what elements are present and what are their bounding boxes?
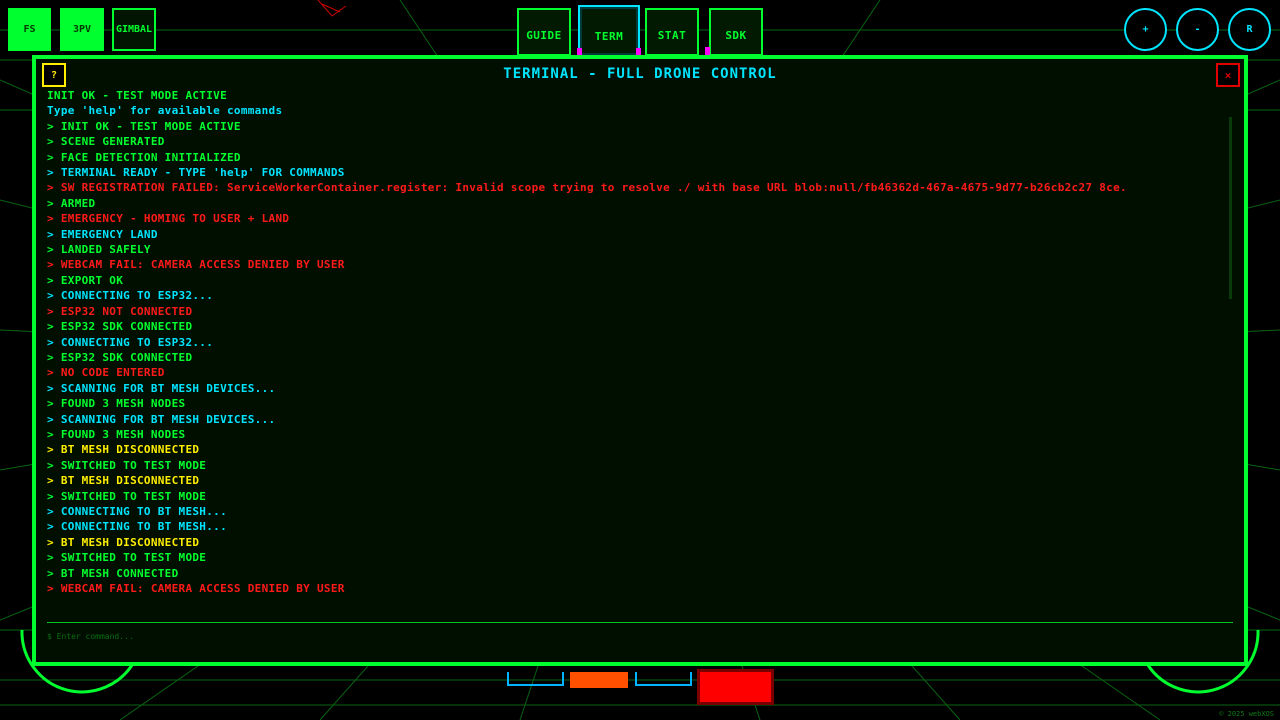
- tab-sdk-label: SDK: [725, 29, 747, 42]
- tab-term[interactable]: TERM: [577, 5, 641, 57]
- tab-guide[interactable]: GUIDE: [517, 8, 571, 56]
- tab-sdk[interactable]: SDK: [705, 8, 763, 56]
- log-line: > BT MESH DISCONNECTED: [47, 535, 200, 549]
- log-line: > BT MESH DISCONNECTED: [47, 443, 200, 457]
- zoom-out-button[interactable]: -: [1176, 8, 1219, 51]
- log-line: > INIT OK - TEST MODE ACTIVE: [47, 119, 241, 133]
- terminal-log: INIT OK - TEST MODE ACTIVE Type 'help' fo…: [47, 88, 1230, 606]
- mode-button-gimbal[interactable]: GIMBAL: [112, 8, 156, 51]
- log-line: > CONNECTING TO ESP32...: [47, 335, 214, 349]
- log-line: > EMERGENCY - HOMING TO USER + LAND: [47, 212, 290, 226]
- log-line: > SWITCHED TO TEST MODE: [47, 489, 207, 503]
- log-line: > NO CODE ENTERED: [47, 366, 165, 380]
- log-line: > ESP32 SDK CONNECTED: [47, 350, 193, 364]
- log-line: > SCANNING FOR BT MESH DEVICES...: [47, 412, 276, 426]
- bottom-indicator-orange: [570, 672, 628, 688]
- log-line: > BT MESH DISCONNECTED: [47, 474, 200, 488]
- tab-guide-label: GUIDE: [526, 29, 562, 42]
- log-line: > TERMINAL READY - TYPE 'help' FOR COMMA…: [47, 166, 345, 180]
- log-line: > SCANNING FOR BT MESH DEVICES...: [47, 381, 276, 395]
- log-line: > CONNECTING TO ESP32...: [47, 289, 214, 303]
- log-line: INIT OK - TEST MODE ACTIVE: [47, 89, 227, 102]
- bottom-red-button[interactable]: [700, 672, 771, 702]
- zoom-in-button[interactable]: +: [1124, 8, 1167, 51]
- terminal-title: TERMINAL - FULL DRONE CONTROL: [503, 66, 777, 82]
- log-line: > ARMED: [47, 196, 96, 210]
- log-line: > ESP32 NOT CONNECTED: [47, 304, 193, 318]
- log-line: > SWITCHED TO TEST MODE: [47, 551, 207, 565]
- log-line: Type 'help' for available commands: [47, 104, 283, 118]
- log-line: > SCENE GENERATED: [47, 135, 165, 149]
- log-line: > EMERGENCY LAND: [47, 227, 158, 241]
- bottom-indicator-right: [635, 672, 692, 686]
- log-line: > FOUND 3 MESH NODES: [47, 427, 186, 441]
- log-line: > CONNECTING TO BT MESH...: [47, 504, 227, 518]
- log-line: > EXPORT OK: [47, 273, 124, 287]
- log-line: > SW REGISTRATION FAILED: ServiceWorkerC…: [47, 181, 1127, 195]
- log-line: > SWITCHED TO TEST MODE: [47, 458, 207, 472]
- reset-button[interactable]: R: [1228, 8, 1271, 51]
- copyright-text: © 2025 webXOS: [1219, 710, 1274, 718]
- log-line: > FOUND 3 MESH NODES: [47, 397, 186, 411]
- command-separator: [47, 622, 1233, 623]
- log-line: > CONNECTING TO BT MESH...: [47, 520, 227, 534]
- log-line: > FACE DETECTION INITIALIZED: [47, 150, 241, 164]
- tab-stat[interactable]: STAT: [645, 8, 699, 56]
- terminal-panel: ? TERMINAL - FULL DRONE CONTROL × INIT O…: [32, 55, 1248, 666]
- log-line: > WEBCAM FAIL: CAMERA ACCESS DENIED BY U…: [47, 582, 345, 595]
- log-line: > ESP32 SDK CONNECTED: [47, 320, 193, 334]
- tab-stat-label: STAT: [657, 29, 687, 42]
- terminal-scrollbar[interactable]: [1229, 117, 1232, 299]
- log-line: > BT MESH CONNECTED: [47, 566, 179, 580]
- command-input[interactable]: [47, 627, 1233, 645]
- mode-button-3pv[interactable]: 3PV: [60, 8, 104, 51]
- bottom-indicator-left: [507, 672, 564, 686]
- log-line: > LANDED SAFELY: [47, 243, 151, 257]
- close-button[interactable]: ×: [1216, 63, 1240, 87]
- mode-button-fs[interactable]: FS: [8, 8, 51, 51]
- tab-term-label: TERM: [594, 30, 624, 43]
- log-line: > WEBCAM FAIL: CAMERA ACCESS DENIED BY U…: [47, 258, 345, 272]
